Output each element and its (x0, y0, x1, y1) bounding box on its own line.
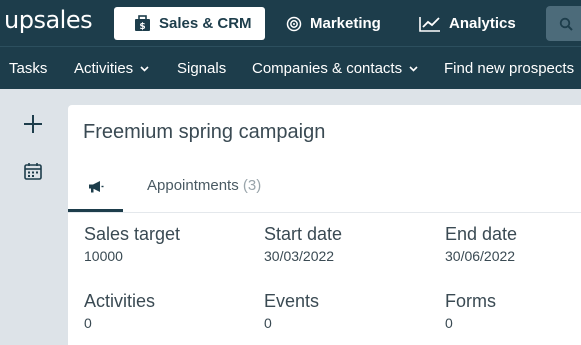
calendar-button[interactable] (20, 158, 46, 184)
field-forms: Forms 0 (445, 291, 496, 331)
nav-tab-label: Sales & CRM (159, 15, 252, 32)
tab-label: Appointments (147, 177, 239, 194)
calendar-icon (24, 163, 42, 180)
svg-text:$: $ (139, 22, 145, 32)
nav-tab-sales-crm[interactable]: $ Sales & CRM (114, 7, 265, 40)
nav-tab-label: Marketing (310, 15, 381, 32)
subnav-signals[interactable]: Signals (177, 60, 226, 77)
tab-overview[interactable] (68, 165, 123, 212)
subnav-label: Activities (74, 60, 134, 77)
campaign-tabs: Appointments (3) (68, 165, 581, 213)
field-sales-target: Sales target 10000 (84, 224, 180, 264)
field-value: 0 (445, 315, 453, 331)
field-label: Forms (445, 291, 496, 311)
field-label: Events (264, 291, 320, 311)
subnav-label: Signals (177, 60, 227, 77)
field-label: Activities (84, 291, 156, 311)
tab-count-badge: (3) (242, 177, 262, 194)
briefcase-dollar-icon: $ (135, 15, 150, 32)
subnav-label: Companies & contacts (252, 60, 403, 77)
field-value: 0 (264, 315, 272, 331)
page-title: Freemium spring campaign (83, 121, 326, 143)
target-icon (286, 16, 302, 31)
search-icon (559, 17, 573, 31)
top-navbar: upsales $ Sales & CRM Marketing Analytic… (0, 0, 581, 46)
chevron-down-icon (409, 65, 418, 72)
subnav-activities[interactable]: Activities (74, 60, 149, 77)
field-end-date: End date 30/06/2022 (445, 224, 517, 264)
line-chart-icon (419, 16, 440, 32)
nav-tab-analytics[interactable]: Analytics (419, 7, 516, 40)
left-sidebar (0, 89, 66, 345)
subnav-companies-contacts[interactable]: Companies & contacts (252, 60, 418, 77)
field-value: 0 (84, 315, 92, 331)
field-value: 30/03/2022 (264, 248, 335, 264)
plus-icon (24, 115, 42, 133)
search-button[interactable] (546, 6, 581, 41)
subnav-label: Tasks (9, 60, 48, 77)
field-label: Start date (264, 224, 343, 244)
subnav-label: Find new prospects (444, 60, 575, 77)
subnav-tasks[interactable]: Tasks (9, 60, 47, 77)
field-activities: Activities 0 (84, 291, 155, 331)
campaign-card: Freemium spring campaign Appointments (3… (68, 105, 581, 345)
megaphone-icon (89, 181, 104, 193)
subnav-find-new-prospects[interactable]: Find new prospects (444, 60, 574, 77)
sub-navbar: Tasks Activities Signals Companies & con… (0, 46, 581, 89)
field-label: Sales target (84, 224, 181, 244)
field-value: 10000 (84, 248, 123, 264)
field-start-date: Start date 30/03/2022 (264, 224, 342, 264)
field-value: 30/06/2022 (445, 248, 516, 264)
chevron-down-icon (140, 65, 149, 72)
tab-appointments[interactable]: Appointments (3) (147, 177, 261, 194)
field-label: End date (445, 224, 518, 244)
nav-tab-label: Analytics (449, 15, 516, 32)
field-events: Events 0 (264, 291, 319, 331)
app-logo[interactable]: upsales (4, 6, 93, 34)
nav-tab-marketing[interactable]: Marketing (286, 7, 381, 40)
create-button[interactable] (20, 111, 46, 137)
